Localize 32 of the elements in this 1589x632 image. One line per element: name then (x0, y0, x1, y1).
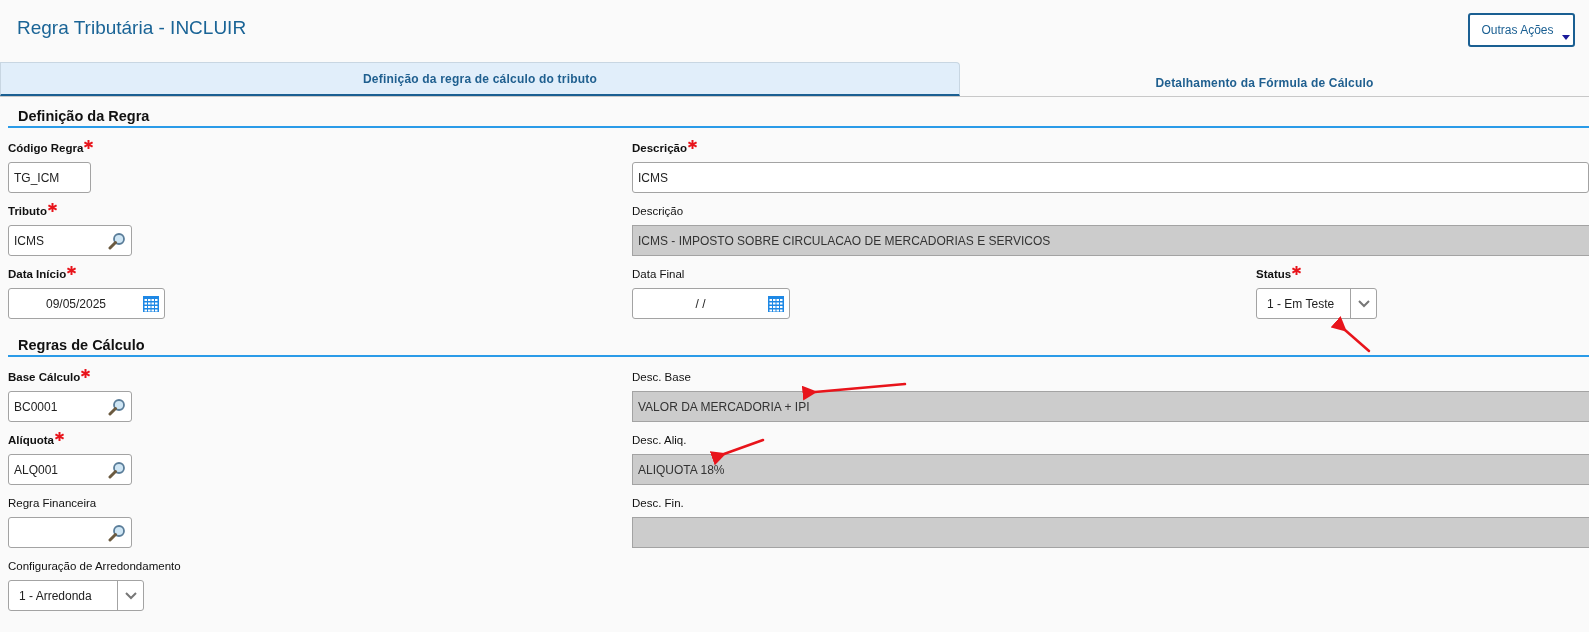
field-label: Base Cálculo (8, 371, 81, 383)
field-label: Desc. Fin. (632, 497, 684, 509)
field-label: Descrição (632, 142, 687, 154)
field-label: Data Início (8, 268, 67, 280)
readonly-field: VALOR DA MERCADORIA + IPI (632, 391, 1589, 422)
lookup-field[interactable]: BC0001 (8, 391, 132, 422)
section-title: Regras de Cálculo (18, 336, 146, 355)
page-title: Regra Tributária - INCLUIR (17, 17, 247, 39)
field-label: Data Final (632, 268, 685, 280)
select-field[interactable]: 1 - Em Teste (1256, 288, 1377, 319)
tab[interactable]: Detalhamento da Fórmula de Cálculo (960, 62, 1589, 96)
field-label: Descrição (632, 205, 684, 217)
date-field[interactable]: 09/05/2025 (8, 288, 165, 319)
readonly-field: ICMS - IMPOSTO SOBRE CIRCULACAO DE MERCADORIAS E SERVICOS (632, 225, 1589, 256)
field-label: Código Regra (8, 142, 84, 154)
lookup-field[interactable]: ALQ001 (8, 454, 132, 485)
text-field[interactable]: TG_ICM (8, 162, 91, 193)
readonly-field: ALIQUOTA 18% (632, 454, 1589, 485)
field-label: Regra Financeira (8, 497, 97, 509)
field-label: Status (1256, 268, 1292, 280)
tab[interactable]: Definição da regra de cálculo do tributo (0, 62, 960, 96)
field-label: Desc. Aliq. (632, 434, 687, 446)
select-field[interactable]: 1 - Arredonda (8, 580, 144, 611)
lookup-field[interactable]: ICMS (8, 225, 132, 256)
field-label: Alíquota (8, 434, 54, 446)
field-label: Configuração de Arredondamento (8, 560, 181, 572)
field-label: Tributo (8, 205, 47, 217)
field-label: Desc. Base (632, 371, 691, 383)
section-title: Definição da Regra (18, 107, 151, 126)
date-field[interactable]: / / (632, 288, 790, 319)
actions-button[interactable]: Outras Ações (1468, 13, 1575, 47)
text-field[interactable]: ICMS (632, 162, 1589, 193)
